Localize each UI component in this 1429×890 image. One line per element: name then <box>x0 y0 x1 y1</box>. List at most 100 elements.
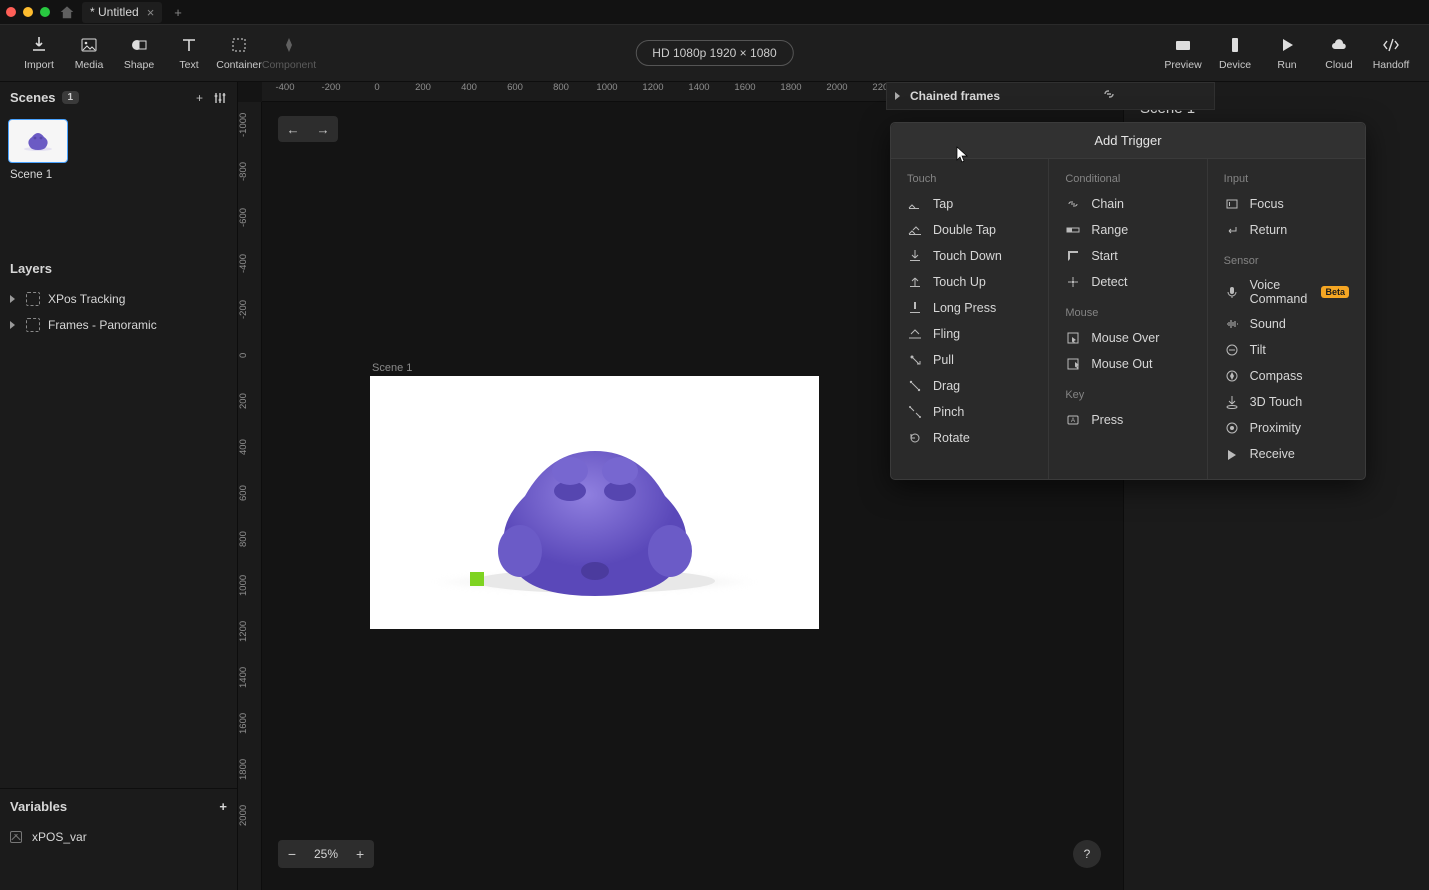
proximity-icon <box>1224 420 1240 436</box>
tilt-icon <box>1224 342 1240 358</box>
trigger-focus[interactable]: Focus <box>1214 191 1359 217</box>
media-button[interactable]: Media <box>64 35 114 71</box>
scenes-heading: Scenes <box>10 90 56 105</box>
add-scene-button[interactable]: + <box>196 91 203 105</box>
trigger-rotate[interactable]: Rotate <box>897 425 1042 451</box>
minimize-window-icon[interactable] <box>23 7 33 17</box>
trigger-receive[interactable]: Receive <box>1214 441 1359 467</box>
trigger-long-press[interactable]: Long Press <box>897 295 1042 321</box>
trigger-start[interactable]: Start <box>1055 243 1200 269</box>
scene-thumb-label: Scene 1 <box>10 169 227 181</box>
rotate-icon <box>907 430 923 446</box>
trigger-3d-touch[interactable]: 3D Touch <box>1214 389 1359 415</box>
shape-button[interactable]: Shape <box>114 35 164 71</box>
zoom-in-button[interactable]: + <box>346 840 374 868</box>
nav-forward-button[interactable]: → <box>308 116 338 142</box>
green-marker[interactable] <box>470 572 484 586</box>
nav-back-button[interactable]: ← <box>278 116 308 142</box>
trigger-fling[interactable]: Fling <box>897 321 1042 347</box>
new-tab-button[interactable]: + <box>174 5 182 20</box>
layer-row[interactable]: Frames - Panoramic <box>0 312 237 338</box>
trigger-compass[interactable]: Compass <box>1214 363 1359 389</box>
trigger-range[interactable]: Range <box>1055 217 1200 243</box>
expand-icon[interactable] <box>895 92 902 100</box>
zoom-value[interactable]: 25% <box>306 847 346 861</box>
play-icon <box>1277 35 1297 55</box>
container-button[interactable]: Container <box>214 35 264 71</box>
preview-icon <box>1173 35 1193 55</box>
close-tab-icon[interactable]: × <box>147 5 155 20</box>
trigger-touch-down[interactable]: Touch Down <box>897 243 1042 269</box>
variable-icon <box>10 831 22 843</box>
trigger-press[interactable]: APress <box>1055 407 1200 433</box>
fling-icon <box>907 326 923 342</box>
trigger-drag[interactable]: Drag <box>897 373 1042 399</box>
category-key: Key <box>1055 385 1200 407</box>
trigger-tap[interactable]: Tap <box>897 191 1042 217</box>
trigger-mouse-over[interactable]: Mouse Over <box>1055 325 1200 351</box>
category-mouse: Mouse <box>1055 303 1200 325</box>
expand-icon[interactable] <box>10 295 18 303</box>
category-sensor: Sensor <box>1214 251 1359 273</box>
maximize-window-icon[interactable] <box>40 7 50 17</box>
chain-icon[interactable] <box>1100 85 1118 103</box>
canvas-scene-label[interactable]: Scene 1 <box>372 362 412 374</box>
device-button[interactable]: Device <box>1211 35 1259 71</box>
home-icon[interactable] <box>60 5 74 19</box>
variable-row[interactable]: xPOS_var <box>0 824 237 850</box>
mouse-over-icon <box>1065 330 1081 346</box>
pull-icon <box>907 352 923 368</box>
layer-row[interactable]: XPos Tracking <box>0 286 237 312</box>
window-controls <box>6 7 50 17</box>
trigger-mouse-out[interactable]: Mouse Out <box>1055 351 1200 377</box>
trigger-detect[interactable]: Detect <box>1055 269 1200 295</box>
tap-icon <box>907 196 923 212</box>
run-button[interactable]: Run <box>1263 35 1311 71</box>
scene-thumbnail[interactable] <box>8 119 68 163</box>
preview-button[interactable]: Preview <box>1159 35 1207 71</box>
receive-icon <box>1224 446 1240 462</box>
handoff-icon <box>1381 35 1401 55</box>
trigger-proximity[interactable]: Proximity <box>1214 415 1359 441</box>
long-press-icon <box>907 300 923 316</box>
help-button[interactable]: ? <box>1073 840 1101 868</box>
voice-command-icon <box>1224 284 1240 300</box>
title-bar: * Untitled × + <box>0 0 1429 24</box>
category-input: Input <box>1214 169 1359 191</box>
ruler-vertical: -1000-800-600-400-2000200400600800100012… <box>238 102 262 890</box>
touch-down-icon <box>907 248 923 264</box>
component-button[interactable]: Component <box>264 35 314 71</box>
cloud-icon <box>1329 35 1349 55</box>
trigger-voice-command[interactable]: Voice CommandBeta <box>1214 273 1359 311</box>
touch-up-icon <box>907 274 923 290</box>
chain-icon <box>1065 196 1081 212</box>
press-icon: A <box>1065 412 1081 428</box>
svg-text:A: A <box>1071 418 1075 424</box>
import-button[interactable]: Import <box>14 35 64 71</box>
trigger-touch-up[interactable]: Touch Up <box>897 269 1042 295</box>
document-tab[interactable]: * Untitled × <box>82 2 162 23</box>
handoff-button[interactable]: Handoff <box>1367 35 1415 71</box>
chained-frames-bar[interactable]: Chained frames <box>886 82 1215 110</box>
expand-icon[interactable] <box>10 321 18 329</box>
resolution-pill[interactable]: HD 1080p 1920 × 1080 <box>635 40 793 66</box>
zoom-out-button[interactable]: − <box>278 840 306 868</box>
trigger-chain[interactable]: Chain <box>1055 191 1200 217</box>
tab-title: * Untitled <box>90 5 139 19</box>
3d-touch-icon <box>1224 394 1240 410</box>
trigger-pull[interactable]: Pull <box>897 347 1042 373</box>
trigger-sound[interactable]: Sound <box>1214 311 1359 337</box>
scene-settings-button[interactable] <box>213 91 227 105</box>
add-variable-button[interactable]: + <box>219 799 227 814</box>
trigger-return[interactable]: Return <box>1214 217 1359 243</box>
sound-icon <box>1224 316 1240 332</box>
trigger-double-tap[interactable]: Double Tap <box>897 217 1042 243</box>
cloud-button[interactable]: Cloud <box>1315 35 1363 71</box>
mouse-out-icon <box>1065 356 1081 372</box>
text-button[interactable]: Text <box>164 35 214 71</box>
trigger-pinch[interactable]: Pinch <box>897 399 1042 425</box>
canvas-frame[interactable] <box>370 376 819 629</box>
close-window-icon[interactable] <box>6 7 16 17</box>
trigger-tilt[interactable]: Tilt <box>1214 337 1359 363</box>
right-panel: Chained frames Scene 1 Background Add Tr… <box>1123 82 1429 890</box>
